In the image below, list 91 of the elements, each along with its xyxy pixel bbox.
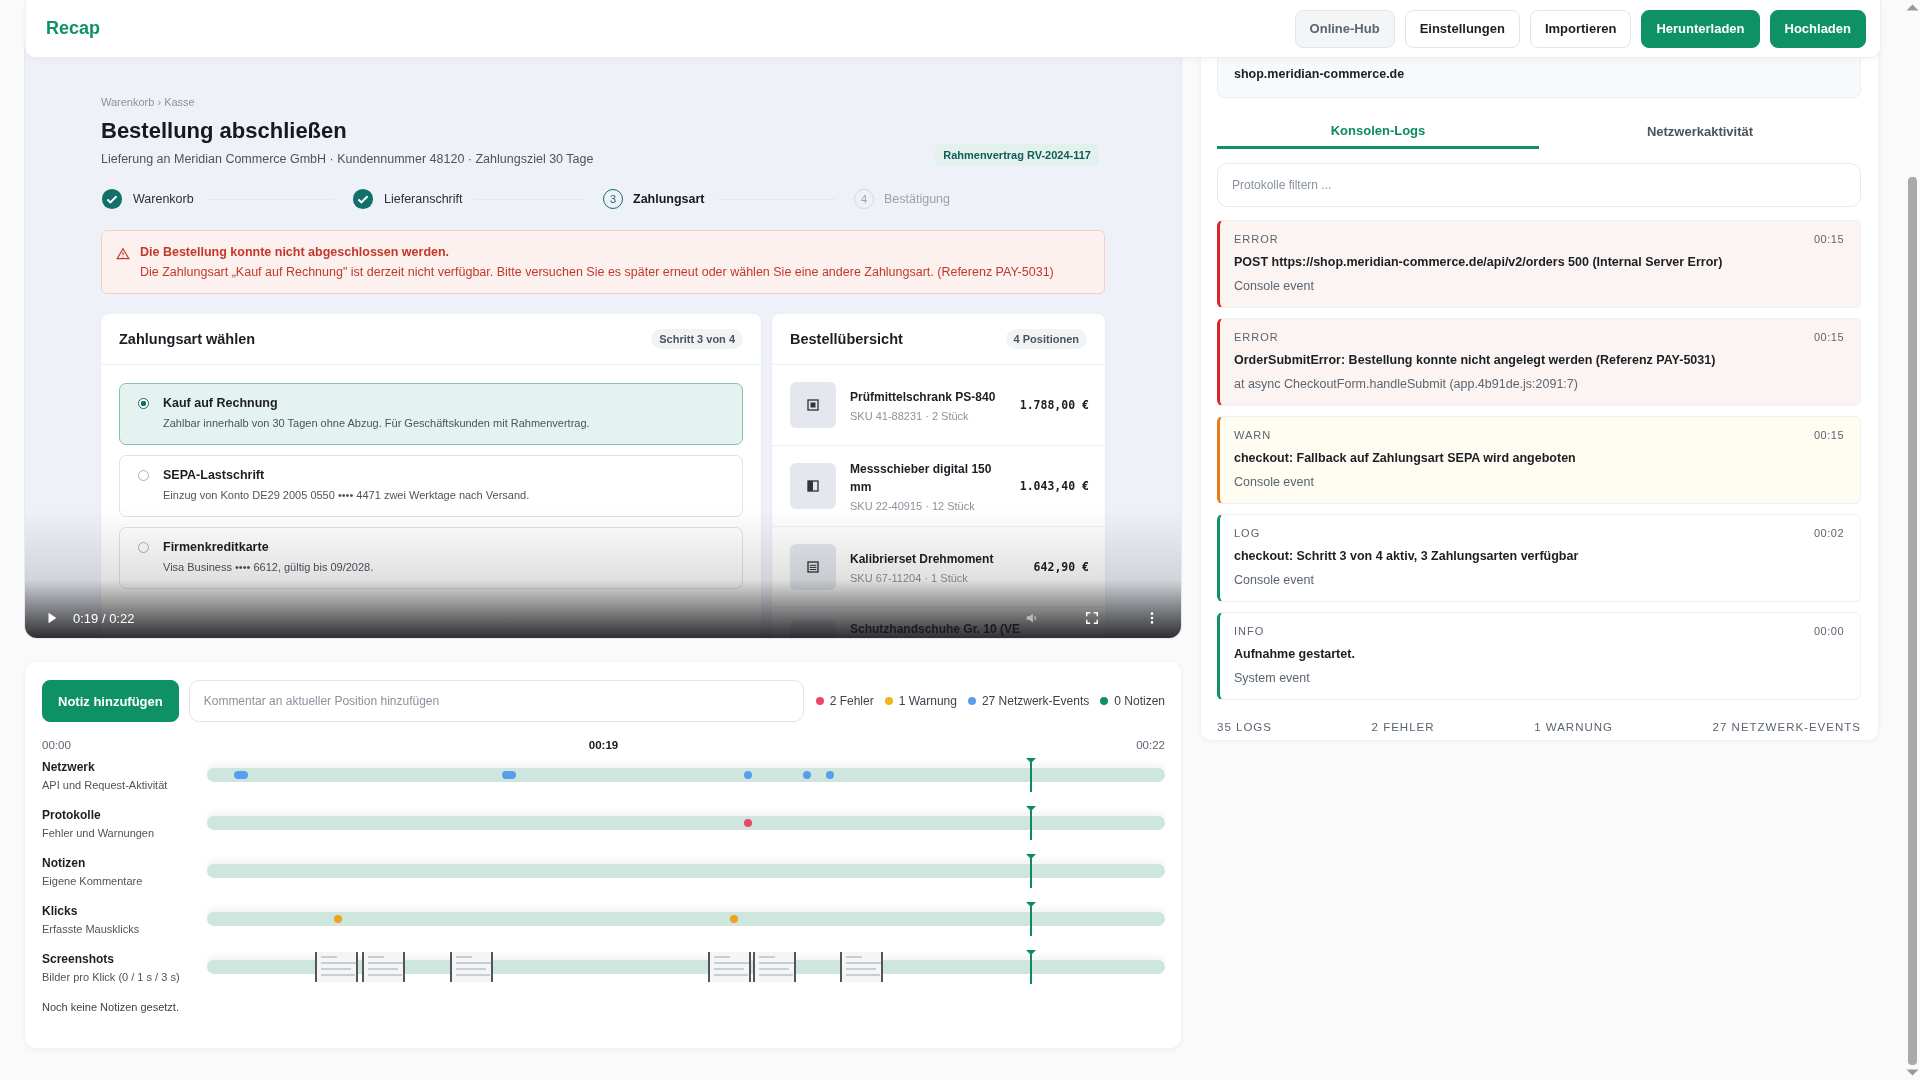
toolbar-button[interactable]: Einstellungen	[1404, 9, 1520, 48]
step-label[interactable]: Lieferanschrift	[384, 192, 463, 206]
track-subtitle: API und Request-Aktivität	[42, 778, 169, 791]
log-source: Console event	[1234, 279, 1315, 293]
track-title: Netzwerk	[42, 759, 96, 774]
step-label[interactable]: Warenkorb	[133, 192, 194, 206]
log-source: System event	[1234, 671, 1311, 685]
log-level: LOG	[1234, 527, 1261, 539]
tab[interactable]: Konsolen-Logs	[1217, 115, 1539, 149]
payment-option[interactable]: Kauf auf Rechnung Zahlbar innerhalb von 30 Tagen ohne Abzug. Für Geschäftskunden mit Rahmenvertrag.	[119, 383, 743, 445]
log-entry[interactable]: LOG 00:02 checkout: Schritt 3 von 4 aktiv, 3 Zahlungsarten verfügbar Console event	[1217, 514, 1861, 602]
log-source: Console event	[1234, 573, 1315, 587]
log-entry[interactable]: WARN 00:15 checkout: Fallback auf Zahlungsart SEPA wird angeboten Console event	[1217, 416, 1861, 504]
log-time: 00:02	[1813, 527, 1844, 539]
option-description: Visa Business •••• 6612, gültig bis 09/2028.	[163, 561, 374, 573]
end-time: 00:22	[1136, 739, 1165, 751]
filter-field[interactable]: Protokolle filtern ...	[1217, 163, 1861, 207]
option-name: Kauf auf Rechnung	[163, 396, 279, 410]
toolbar-button[interactable]: Online-Hub	[1294, 9, 1395, 48]
step-label[interactable]: Zahlungsart	[633, 192, 705, 206]
track-title: Protokolle	[42, 807, 102, 822]
legend-label: 2 Fehler	[829, 694, 874, 708]
legend-label: 1 Warnung	[898, 694, 957, 708]
track-title: Notizen	[42, 855, 87, 870]
log-entry[interactable]: ERROR 00:15 OrderSubmitError: Bestellung konnte nicht angelegt werden (Referenz PAY-5031) at async CheckoutForm.handleSubmit (app.4b91de.js:2091:7)	[1217, 318, 1861, 406]
option-name: SEPA-Lastschrift	[163, 468, 266, 482]
option-description: Zahlbar innerhalb von 30 Tagen ohne Abzug. Für Geschäftskunden mit Rahmenvertrag.	[163, 417, 590, 429]
log-entry[interactable]: INFO 00:00 Aufnahme gestartet. System event	[1217, 612, 1861, 700]
log-count: 1 WARNUNG	[1534, 721, 1613, 733]
host-name: shop.meridian-commerce.de	[1234, 67, 1405, 81]
contract-badge: Rahmenvertrag RV-2024-117	[935, 144, 1099, 166]
log-time: 00:15	[1813, 233, 1844, 245]
product-details: SKU 41-88231 · 2 Stück	[850, 410, 970, 422]
product-name: Prüfmittelschrank PS-840	[850, 389, 997, 406]
product-price: 642,90 €	[1033, 560, 1089, 574]
product-price: 1.043,40 €	[1019, 479, 1089, 493]
log-message: checkout: Fallback auf Zahlungsart SEPA wird angeboten	[1234, 451, 1577, 465]
log-message: Aufnahme gestartet.	[1234, 647, 1356, 661]
toolbar-button[interactable]: Herunterladen	[1641, 9, 1760, 48]
toolbar-button[interactable]: Hochladen	[1769, 9, 1866, 48]
track-title: Screenshots	[42, 951, 116, 966]
product-name: Messschieber digital 150 mm	[850, 461, 993, 496]
page-title: Bestellung abschließen	[101, 118, 348, 144]
track-subtitle: Bilder pro Klick (0 / 1 s / 3 s)	[42, 970, 181, 983]
product-details: SKU 22-40915 · 12 Stück	[850, 500, 976, 512]
log-time: 00:00	[1813, 625, 1844, 637]
option-name: Firmenkreditkarte	[163, 540, 270, 554]
empty-notes-text: Noch keine Notizen gesetzt.	[42, 1001, 180, 1013]
current-time: 00:19	[588, 739, 619, 751]
comment-field[interactable]: Kommentar an aktueller Position hinzufügen	[188, 680, 804, 722]
page-subtitle: Lieferung an Meridian Commerce GmbH · Kundennummer 48120 · Zahlungsziel 30 Tage	[101, 152, 594, 166]
product-details: SKU 67-11204 · 1 Stück	[850, 572, 969, 584]
alert-title: Die Bestellung konnte nicht abgeschlossen werden.	[140, 245, 451, 259]
log-message: OrderSubmitError: Bestellung konnte nicht angelegt werden (Referenz PAY-5031)	[1234, 353, 1717, 367]
log-level: INFO	[1234, 625, 1265, 637]
log-count: 35 LOGS	[1217, 721, 1272, 733]
log-time: 00:15	[1813, 429, 1844, 441]
alert-message: Die Zahlungsart „Kauf auf Rechnung" ist derzeit nicht verfügbar. Bitte versuchen Sie es später erneut oder wählen Sie eine andere Zahlungsart. (Referenz PAY-5031)	[140, 265, 1054, 279]
product-name: Kalibrierset Drehmoment	[850, 551, 995, 568]
card-title: Bestellübersicht	[790, 331, 903, 347]
payment-option[interactable]: Firmenkreditkarte Visa Business •••• 6612, gültig bis 09/2028.	[119, 527, 743, 589]
step-badge: Schritt 3 von 4	[651, 329, 743, 349]
log-entry[interactable]: ERROR 00:15 POST https://shop.meridian-commerce.de/api/v2/orders 500 (Internal Server Error) Console event	[1217, 220, 1861, 308]
playback-time: 0:19 / 0:22	[73, 611, 135, 626]
legend-label: 0 Notizen	[1114, 694, 1165, 708]
log-level: WARN	[1234, 429, 1272, 441]
log-count: 2 FEHLER	[1371, 721, 1435, 733]
payment-option[interactable]: SEPA-Lastschrift Einzug von Konto DE29 2005 0550 •••• 4471 zwei Werktage nach Versand.	[119, 455, 743, 517]
track-subtitle: Erfasste Mausklicks	[42, 922, 141, 935]
product-price: 1.788,00 €	[1019, 398, 1089, 412]
log-message: POST https://shop.meridian-commerce.de/api/v2/orders 500 (Internal Server Error)	[1234, 255, 1724, 269]
option-description: Einzug von Konto DE29 2005 0550 •••• 4471 zwei Werktage nach Versand.	[163, 489, 530, 501]
track-subtitle: Fehler und Warnungen	[42, 826, 156, 839]
track-title: Klicks	[42, 903, 79, 918]
track-subtitle: Eigene Kommentare	[42, 874, 144, 887]
log-source: at async CheckoutForm.handleSubmit (app.4b91de.js:2091:7)	[1234, 377, 1579, 391]
legend-label: 27 Netzwerk-Events	[981, 694, 1090, 708]
start-time: 00:00	[42, 739, 71, 751]
add-note-button[interactable]: Notiz hinzufügen	[42, 680, 179, 722]
log-source: Console event	[1234, 475, 1315, 489]
card-title: Zahlungsart wählen	[119, 331, 256, 347]
log-time: 00:15	[1813, 331, 1844, 343]
toolbar-button[interactable]: Importieren	[1529, 9, 1632, 48]
log-level: ERROR	[1234, 331, 1279, 343]
count-badge: 4 Positionen	[1005, 329, 1087, 349]
tab[interactable]: Netzwerkaktivität	[1539, 115, 1861, 149]
log-count: 27 NETZWERK-EVENTS	[1712, 721, 1861, 733]
product-name: Schutzhandschuhe Gr. 10 (VE	[850, 621, 1022, 638]
log-message: checkout: Schritt 3 von 4 aktiv, 3 Zahlungsarten verfügbar	[1234, 549, 1580, 563]
app-logo: Recap	[46, 18, 101, 39]
log-level: ERROR	[1234, 233, 1279, 245]
